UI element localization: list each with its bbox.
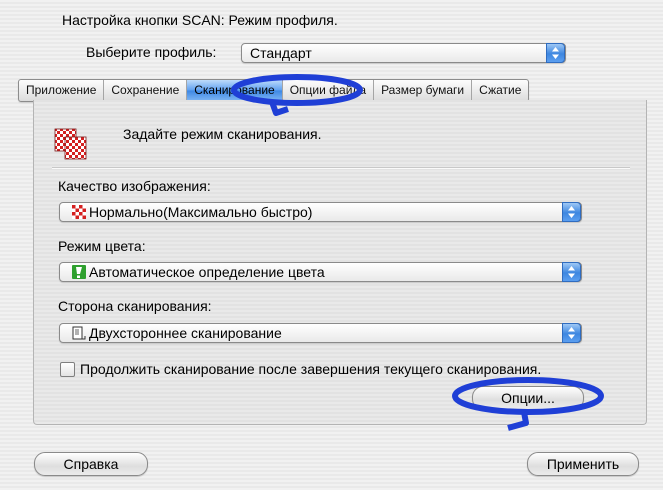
color-mode-select[interactable]: Автоматическое определение цвета	[59, 262, 582, 282]
tab-application[interactable]: Приложение	[19, 80, 105, 101]
options-button[interactable]: Опции...	[472, 386, 584, 410]
scan-side-label: Сторона сканирования:	[58, 298, 212, 314]
checker-pages-icon	[54, 128, 87, 160]
up-down-arrows-icon	[562, 262, 581, 282]
section-divider	[52, 167, 630, 169]
up-down-arrows-icon	[562, 323, 581, 343]
tab-save[interactable]: Сохранение	[104, 80, 188, 101]
profile-select[interactable]: Стандарт	[241, 43, 566, 63]
profile-select-value: Стандарт	[250, 45, 312, 61]
tab-compression[interactable]: Сжатие	[472, 80, 528, 101]
tab-paper-size[interactable]: Размер бумаги	[374, 80, 473, 101]
apply-button[interactable]: Применить	[527, 452, 639, 476]
help-button[interactable]: Справка	[34, 452, 148, 476]
tab-bar: Приложение Сохранение Сканирование Опции…	[18, 79, 530, 102]
checker-icon	[72, 205, 86, 219]
exclamation-green-icon	[72, 265, 86, 279]
tab-scanning[interactable]: Сканирование	[187, 80, 283, 101]
image-quality-label: Качество изображения:	[58, 178, 211, 194]
scan-side-value: Двухстороннее сканирование	[89, 325, 282, 341]
image-quality-select[interactable]: Нормально(Максимально быстро)	[59, 202, 582, 222]
scan-button-settings-window: Настройка кнопки SCAN: Режим профиля. Вы…	[0, 0, 663, 490]
continue-scanning-checkbox[interactable]	[60, 362, 75, 377]
scan-mode-description: Задайте режим сканирования.	[123, 126, 322, 142]
window-title: Настройка кнопки SCAN: Режим профиля.	[62, 12, 338, 28]
scan-side-select[interactable]: Двухстороннее сканирование	[59, 323, 582, 343]
up-down-arrows-icon	[562, 202, 581, 222]
profile-label: Выберите профиль:	[86, 44, 217, 60]
duplex-page-icon	[72, 326, 86, 340]
continue-scanning-label: Продолжить сканирование после завершения…	[80, 361, 542, 377]
image-quality-value: Нормально(Максимально быстро)	[89, 204, 313, 220]
up-down-arrows-icon	[546, 43, 565, 63]
color-mode-label: Режим цвета:	[58, 238, 146, 254]
tab-file-options[interactable]: Опции файла	[283, 80, 375, 101]
color-mode-value: Автоматическое определение цвета	[89, 264, 325, 280]
